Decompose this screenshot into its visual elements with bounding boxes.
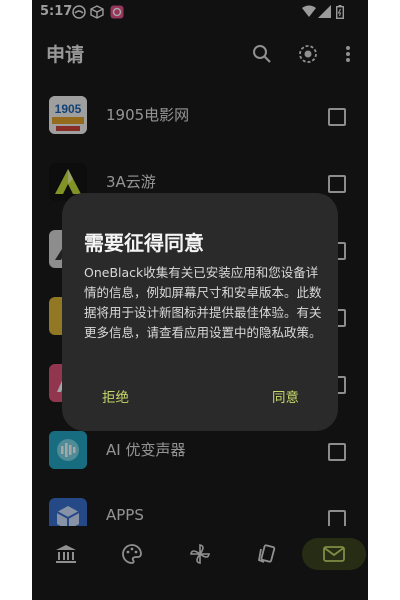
consent-dialog: 需要征得同意 OneBlack收集有关已安装应用和您设备详情的信息，例如屏幕尺寸… [62, 193, 338, 431]
accept-button[interactable]: 同意 [272, 386, 299, 406]
decline-button[interactable]: 拒绝 [102, 386, 129, 406]
phone-screen: 5:17 申请 1905 1905电影网 3A云游 AI 优变声器 APPS 需… [32, 0, 368, 600]
dialog-title: 需要征得同意 [84, 231, 204, 255]
dialog-message: OneBlack收集有关已安装应用和您设备详情的信息，例如屏幕尺寸和安卓版本。此… [84, 265, 322, 340]
